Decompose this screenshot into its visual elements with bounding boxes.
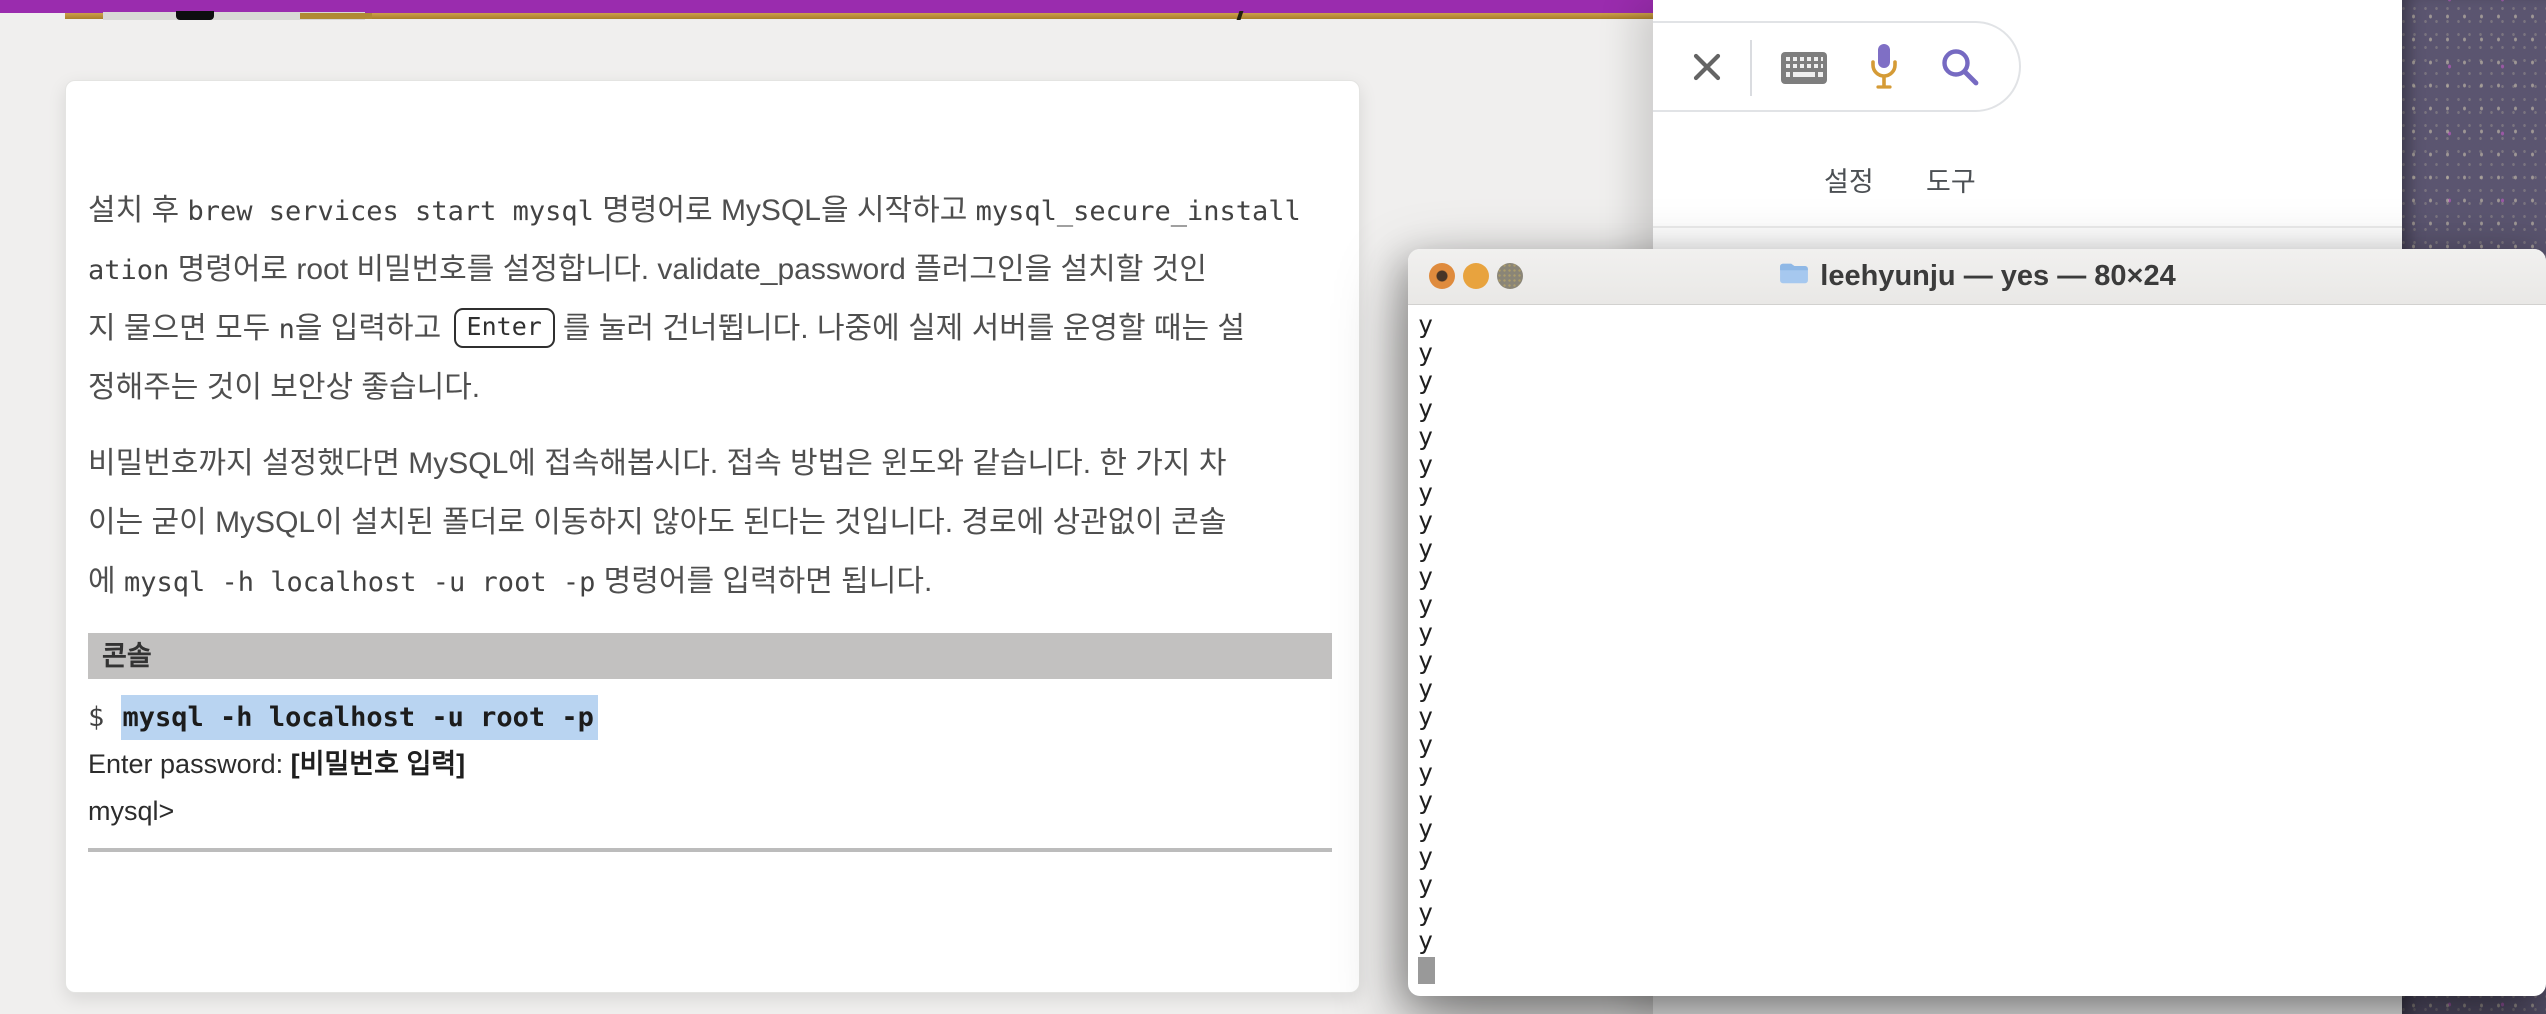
selected-command-text: mysql -h localhost -u root -p (120, 695, 598, 740)
text-segment: 명령어로 root 비밀번호를 설정합니다. validate_password… (169, 253, 1207, 286)
terminal-line: y (1418, 310, 1434, 339)
text-segment: 비밀번호까지 설정했다면 MySQL에 접속해봅시다. 접속 방법은 윈도와 같… (88, 447, 1227, 480)
desktop: 설치 후 brew services start mysql 명령어로 MySQ… (0, 0, 2546, 1014)
text-segment: brew services start mysql (187, 196, 594, 227)
window-top-fragment (176, 11, 214, 20)
terminal-line: y (1418, 758, 1434, 787)
paragraph-connect: 비밀번호까지 설정했다면 MySQL에 접속해봅시다. 접속 방법은 윈도와 같… (88, 434, 1332, 611)
terminal-line: y (1418, 926, 1434, 955)
text-line: 비밀번호까지 설정했다면 MySQL에 접속해봅시다. 접속 방법은 윈도와 같… (88, 434, 1332, 493)
article-card: 설치 후 brew services start mysql 명령어로 MySQ… (65, 80, 1360, 993)
section-divider (88, 848, 1332, 852)
terminal-line: y (1418, 478, 1434, 507)
terminal-output-lines: yyyyyyyyyyyyyyyyyyyyyyy (1418, 311, 2546, 955)
terminal-line: y (1418, 422, 1434, 451)
terminal-line: y (1418, 590, 1434, 619)
text-line: Enter password: [비밀번호 입력] (88, 741, 1332, 788)
terminal-titlebar[interactable]: leehyunju — yes — 80×24 (1408, 249, 2546, 305)
terminal-line: y (1418, 646, 1434, 675)
text-segment: 를 눌러 건너뜁니다. 나중에 실제 서버를 운영할 때는 설 (562, 312, 1246, 345)
text-segment: ation (88, 255, 170, 286)
terminal-line: y (1418, 786, 1434, 815)
text-line: 에 mysql -h localhost -u root -p 명령어를 입력하… (88, 552, 1332, 611)
terminal-title: leehyunju — yes — 80×24 (1408, 249, 2546, 304)
terminal-line: y (1418, 506, 1434, 535)
text-segment: 명령어를 입력하면 됩니다. (595, 565, 933, 598)
search-bar-divider (1750, 40, 1752, 96)
terminal-line: y (1418, 534, 1434, 563)
text-line: $ mysql -h localhost -u root -p (88, 694, 1332, 741)
text-segment: mysql_secure_install (975, 196, 1301, 227)
tools-link[interactable]: 도구 (1926, 160, 1976, 199)
terminal-title-text: leehyunju — yes — 80×24 (1820, 260, 2176, 292)
terminal-line: y (1418, 898, 1434, 927)
terminal-line: y (1418, 450, 1434, 479)
paragraph-install: 설치 후 brew services start mysql 명령어로 MySQ… (88, 181, 1332, 417)
terminal-line: y (1418, 618, 1434, 647)
text-segment: Enter password: (88, 749, 291, 779)
text-segment: 지 물으면 모두 (88, 312, 279, 345)
terminal-line: y (1418, 674, 1434, 703)
terminal-window[interactable]: leehyunju — yes — 80×24 yyyyyyyyyyyyyyyy… (1408, 249, 2546, 996)
terminal-line: y (1418, 562, 1434, 591)
text-segment: 을 입력하고 (294, 312, 450, 345)
terminal-line: y (1418, 366, 1434, 395)
text-segment: 정해주는 것이 보안상 좋습니다. (88, 371, 481, 404)
folder-icon (1778, 260, 1810, 294)
text-line: ation 명령어로 root 비밀번호를 설정합니다. validate_pa… (88, 240, 1332, 299)
settings-link[interactable]: 설정 (1824, 160, 1874, 199)
text-segment: 이는 굳이 MySQL이 설치된 폴더로 이동하지 않아도 된다는 것입니다. … (88, 506, 1227, 539)
left-browser-window: 설치 후 brew services start mysql 명령어로 MySQ… (0, 0, 1653, 1014)
terminal-line: y (1418, 814, 1434, 843)
terminal-line: y (1418, 730, 1434, 759)
text-line: mysql> (88, 788, 1332, 835)
window-top-fragment (300, 13, 372, 19)
terminal-line: y (1418, 870, 1434, 899)
terminal-line: y (1418, 338, 1434, 367)
terminal-line: y (1418, 842, 1434, 871)
search-icon[interactable] (1939, 46, 1981, 88)
text-segment: [비밀번호 입력] (290, 749, 466, 779)
text-segment: $ (88, 702, 121, 733)
text-segment: mysql> (88, 796, 175, 826)
keyboard-icon[interactable] (1780, 51, 1828, 85)
text-line: 정해주는 것이 보안상 좋습니다. (88, 358, 1332, 417)
terminal-line: y (1418, 394, 1434, 423)
console-box-header: 콘솔 (88, 633, 1332, 679)
text-segment: 명령어로 MySQL을 시작하고 (593, 194, 976, 227)
results-divider (1653, 226, 2402, 228)
text-segment: n (278, 314, 295, 345)
terminal-cursor (1418, 957, 1435, 984)
enter-key-badge: Enter (453, 308, 555, 349)
close-icon[interactable] (1689, 49, 1725, 85)
terminal-output[interactable]: yyyyyyyyyyyyyyyyyyyyyyy (1408, 305, 2546, 984)
text-line: 지 물으면 모두 n을 입력하고 Enter 를 눌러 건너뜁니다. 나중에 실제… (88, 299, 1332, 358)
text-line: 이는 굳이 MySQL이 설치된 폴더로 이동하지 않아도 된다는 것입니다. … (88, 493, 1332, 552)
text-segment: 에 (88, 565, 124, 598)
text-segment: 설치 후 (88, 194, 188, 227)
text-segment: mysql -h localhost -u root -p (123, 567, 596, 598)
terminal-line: y (1418, 702, 1434, 731)
console-box-body: $ mysql -h localhost -u root -p Enter pas… (88, 694, 1332, 835)
text-line: 설치 후 brew services start mysql 명령어로 MySQ… (88, 181, 1332, 240)
mic-icon[interactable] (1869, 42, 1899, 92)
